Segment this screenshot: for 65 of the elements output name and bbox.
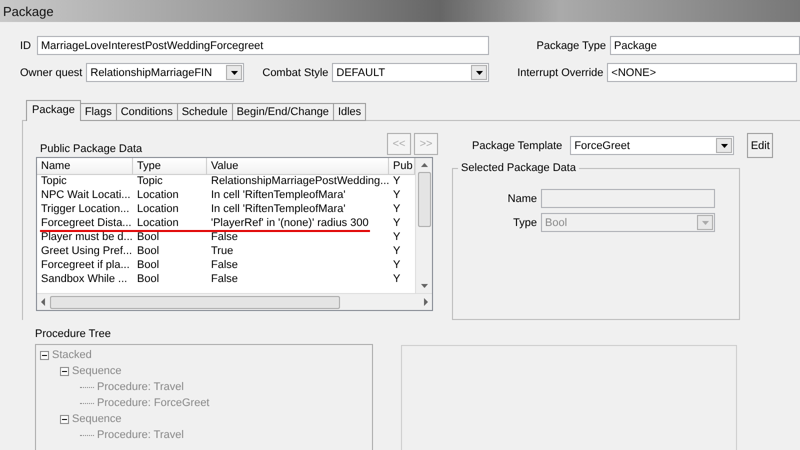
tab[interactable]: Flags: [80, 103, 117, 121]
table-cell-text: Topic: [40, 175, 68, 189]
table-cell-text: Y: [392, 203, 402, 217]
column-header[interactable]: Pub: [389, 158, 415, 175]
edit-button[interactable]: Edit: [747, 133, 774, 158]
package-template-label: Package Template: [472, 140, 562, 152]
table-cell-text: Y: [392, 273, 402, 287]
tab[interactable]: Idles: [332, 103, 366, 121]
table-cell-text: Location: [136, 203, 180, 217]
name-label: Name: [506, 192, 537, 204]
table-cell-text: Topic: [136, 175, 164, 189]
window-title: Package: [3, 4, 54, 18]
table-cell-text: In cell 'RiftenTempleofMara': [210, 203, 346, 217]
tab[interactable]: Conditions: [116, 103, 178, 121]
package-template-dropdown[interactable]: ForceGreet: [570, 136, 734, 155]
table-cell-text: Bool: [136, 245, 160, 259]
scroll-right-icon[interactable]: [423, 298, 429, 306]
table-cell-text: 'PlayerRef' in '(none)' radius 300: [210, 217, 370, 231]
column-header[interactable]: Value: [207, 158, 389, 175]
table-cell-text: Location: [136, 189, 180, 203]
interrupt-override-label: Interrupt Override: [516, 66, 604, 78]
vertical-scrollbar[interactable]: [415, 158, 432, 293]
table-cell-text: Bool: [136, 259, 160, 273]
id-label: ID: [20, 40, 31, 52]
table-cell-text: False: [210, 273, 239, 287]
owner-quest-dropdown[interactable]: RelationshipMarriageFIN: [86, 63, 244, 82]
id-field[interactable]: MarriageLoveInterestPostWeddingForcegreet: [37, 36, 489, 55]
column-header[interactable]: Name: [37, 158, 133, 175]
horizontal-scrollbar[interactable]: [37, 293, 432, 310]
group-title: Selected Package Data: [458, 162, 579, 174]
table-cell-text: RelationshipMarriagePostWedding...: [210, 175, 389, 189]
table-cell-text: Sandbox While ...: [40, 273, 128, 287]
table-cell-text: Trigger Location...: [40, 203, 130, 217]
table-cell-text: Player must be d...: [40, 231, 133, 245]
section-title: Procedure Tree: [35, 328, 112, 340]
scroll-left-icon[interactable]: [40, 298, 46, 306]
table-cell-text: True: [210, 245, 234, 259]
table-cell-text: Y: [392, 189, 402, 203]
combat-style-dropdown[interactable]: DEFAULT: [332, 63, 490, 82]
table-cell-text: Forcegreet if pla...: [40, 259, 131, 273]
owner-quest-label: Owner quest: [20, 66, 82, 78]
table-cell-text: NPC Wait Locati...: [40, 189, 132, 203]
table-cell-text: Y: [392, 259, 402, 273]
tab[interactable]: Begin/End/Change: [232, 103, 334, 121]
table-cell-text: Y: [392, 217, 402, 231]
table-cell-text: Forcegreet Dista...: [40, 217, 132, 231]
package-type-label: Package Type: [535, 40, 606, 52]
table-cell-text: Y: [392, 175, 402, 189]
table-cell-text: Location: [136, 217, 180, 231]
interrupt-override-field[interactable]: <NONE>: [607, 63, 798, 82]
table-cell-text: Greet Using Pref...: [40, 245, 133, 259]
package-type-field[interactable]: Package: [610, 36, 800, 55]
table-cell-text: Bool: [136, 273, 160, 287]
table-cell-text: Bool: [136, 231, 160, 245]
tab[interactable]: Package: [26, 100, 81, 121]
table-cell-text: False: [210, 231, 239, 245]
table-cell-text: False: [210, 259, 239, 273]
table-cell-text: Y: [392, 245, 402, 259]
type-label: Type: [512, 216, 537, 228]
table-cell-text: Y: [392, 231, 402, 245]
tab[interactable]: Schedule: [176, 103, 233, 121]
combat-style-label: Combat Style: [262, 66, 328, 78]
table-cell-text: In cell 'RiftenTempleofMara': [210, 189, 346, 203]
column-header[interactable]: Type: [133, 158, 207, 175]
section-title: Public Package Data: [40, 143, 142, 155]
